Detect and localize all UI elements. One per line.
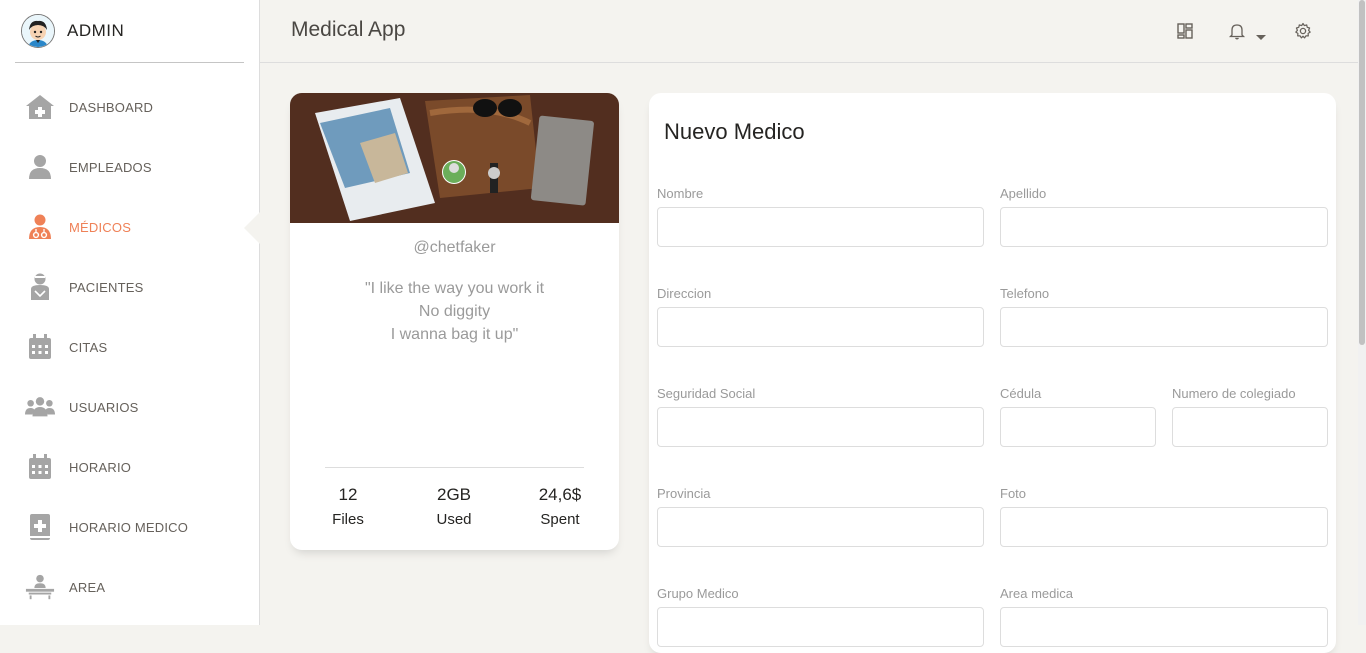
sidebar-item-label: DASHBOARD <box>69 99 154 115</box>
field-label: Direccion <box>657 286 712 301</box>
apellido-input[interactable] <box>1000 207 1328 247</box>
stat-spent: 24,6$ Spent <box>510 485 610 528</box>
user-profile-card: @chetfaker "I like the way you work it N… <box>290 93 619 550</box>
field-foto: Foto <box>1000 486 1328 547</box>
field-seguridad-social: Seguridad Social <box>657 386 984 447</box>
field-label: Cédula <box>1000 386 1042 401</box>
sidebar-item-citas[interactable]: CITAS <box>0 317 259 377</box>
nombre-input[interactable] <box>657 207 984 247</box>
field-cedula: Cédula <box>1000 386 1156 447</box>
field-nombre: Nombre <box>657 186 984 247</box>
sidebar-item-label: HORARIO <box>69 459 132 475</box>
sidebar-item-label: USUARIOS <box>69 399 139 415</box>
field-direccion: Direccion <box>657 286 984 347</box>
bank-icon <box>25 92 55 122</box>
direccion-input[interactable] <box>657 307 984 347</box>
calendar-icon <box>25 332 55 362</box>
stat-value: 24,6$ <box>538 485 582 504</box>
field-label: Telefono <box>1000 286 1050 301</box>
seguridad-social-input[interactable] <box>657 407 984 447</box>
sidebar-item-pacientes[interactable]: PACIENTES <box>0 257 259 317</box>
quote-line: I wanna bag it up" <box>390 326 519 343</box>
page-title: Medical App <box>291 18 406 41</box>
sidebar-item-label: CITAS <box>69 339 108 355</box>
field-apellido: Apellido <box>1000 186 1328 247</box>
sidebar-item-medicos[interactable]: MÉDICOS <box>0 197 259 257</box>
stat-value: 12 <box>338 485 358 504</box>
admin-avatar <box>21 14 55 48</box>
field-label: Nombre <box>657 186 704 201</box>
sidebar-item-label: PACIENTES <box>69 279 144 295</box>
field-label: Numero de colegiado <box>1172 386 1296 401</box>
field-telefono: Telefono <box>1000 286 1328 347</box>
stat-label: Files <box>332 511 364 528</box>
quote-line: "I like the way you work it <box>364 280 545 297</box>
stat-label: Spent <box>540 511 580 528</box>
telefono-input[interactable] <box>1000 307 1328 347</box>
doctor-icon <box>25 212 55 242</box>
field-provincia: Provincia <box>657 486 984 547</box>
sidebar-item-label: HORARIO MEDICO <box>69 519 189 535</box>
field-label: Provincia <box>657 486 711 501</box>
brand[interactable]: ADMIN <box>15 0 244 63</box>
top-navbar: Medical App <box>260 0 1358 63</box>
field-label: Apellido <box>1000 186 1047 201</box>
quote-line: No diggity <box>418 303 491 320</box>
cedula-input[interactable] <box>1000 407 1156 447</box>
notifications-dropdown[interactable] <box>1228 22 1266 44</box>
field-label: Grupo Medico <box>657 586 739 601</box>
scrollbar-thumb[interactable] <box>1359 0 1365 345</box>
provincia-input[interactable] <box>657 507 984 547</box>
sidebar-nav: DASHBOARD EMPLEADOS MÉDICOS PACIENTES CI… <box>0 77 259 617</box>
field-area-medica: Area medica <box>1000 586 1328 647</box>
colegiado-input[interactable] <box>1172 407 1328 447</box>
stat-label: Used <box>436 511 472 528</box>
sidebar-item-label: EMPLEADOS <box>69 159 152 175</box>
brand-title: ADMIN <box>67 21 125 40</box>
field-colegiado: Numero de colegiado <box>1172 386 1328 447</box>
sidebar: ADMIN DASHBOARD EMPLEADOS MÉDICOS PACIEN… <box>0 0 260 625</box>
sidebar-item-horario[interactable]: HORARIO <box>0 437 259 497</box>
medical-book-icon <box>25 512 55 542</box>
grupo-medico-input[interactable] <box>657 607 984 647</box>
sidebar-item-label: MÉDICOS <box>69 219 132 235</box>
sidebar-item-empleados[interactable]: EMPLEADOS <box>0 137 259 197</box>
patient-icon <box>25 272 55 302</box>
users-icon <box>25 392 55 422</box>
caret-down-icon <box>1256 28 1266 46</box>
form-title: Nuevo Medico <box>664 119 805 144</box>
new-doctor-form-card: Nuevo Medico Nombre Apellido Direccion T… <box>649 93 1336 653</box>
bell-icon <box>1228 24 1246 44</box>
sidebar-item-dashboard[interactable]: DASHBOARD <box>0 77 259 137</box>
user-icon <box>25 152 55 182</box>
field-label: Area medica <box>1000 586 1073 601</box>
layout-icon[interactable] <box>1176 22 1196 42</box>
field-label: Foto <box>1000 486 1027 501</box>
field-label: Seguridad Social <box>657 386 756 401</box>
cover-image <box>290 93 619 223</box>
page-scrollbar[interactable] <box>1358 0 1366 625</box>
stat-used: 2GB Used <box>404 485 504 528</box>
sidebar-item-horario-medico[interactable]: HORARIO MEDICO <box>0 497 259 557</box>
foto-input[interactable] <box>1000 507 1328 547</box>
calendar-alt-icon <box>25 452 55 482</box>
stat-value: 2GB <box>436 485 472 504</box>
bed-icon <box>25 572 55 602</box>
gear-icon[interactable] <box>1294 22 1314 42</box>
card-divider <box>325 467 584 468</box>
stat-files: 12 Files <box>298 485 398 528</box>
profile-quote: "I like the way you work it No diggity I… <box>290 277 619 346</box>
sidebar-item-usuarios[interactable]: USUARIOS <box>0 377 259 437</box>
profile-handle: @chetfaker <box>413 239 496 256</box>
sidebar-item-area[interactable]: AREA <box>0 557 259 617</box>
sidebar-item-label: AREA <box>69 579 106 595</box>
area-medica-input[interactable] <box>1000 607 1328 647</box>
field-grupo-medico: Grupo Medico <box>657 586 984 647</box>
